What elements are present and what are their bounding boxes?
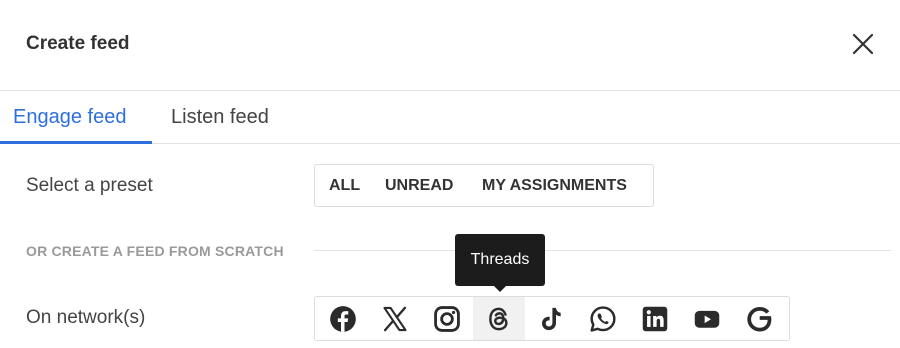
- networks-label: On network(s): [26, 307, 146, 328]
- network-youtube-button[interactable]: [681, 297, 733, 340]
- preset-all-button[interactable]: ALL: [329, 177, 360, 195]
- linkedin-icon: [642, 306, 668, 331]
- youtube-icon: [694, 310, 720, 328]
- tiktok-icon: [542, 307, 561, 330]
- active-tab-indicator: [0, 141, 152, 144]
- network-whatsapp-button[interactable]: [577, 297, 629, 340]
- preset-unread-button[interactable]: UNREAD: [385, 177, 453, 195]
- whatsapp-icon: [590, 305, 616, 332]
- tooltip-arrow: [493, 285, 507, 292]
- network-tiktok-button[interactable]: [525, 297, 577, 340]
- network-google-button[interactable]: [733, 297, 785, 340]
- tab-engage-feed[interactable]: Engage feed: [13, 91, 126, 144]
- feed-tabs: Engage feed Listen feed: [0, 91, 900, 144]
- section-divider: [314, 250, 891, 251]
- close-button[interactable]: [846, 27, 880, 61]
- dialog-header: Create feed: [0, 0, 900, 91]
- tab-listen-feed[interactable]: Listen feed: [171, 91, 269, 144]
- preset-selector: ALL UNREAD MY ASSIGNMENTS: [314, 164, 654, 207]
- google-icon: [747, 306, 772, 331]
- network-threads-button[interactable]: [473, 297, 525, 340]
- preset-my-assignments-button[interactable]: MY ASSIGNMENTS: [482, 177, 627, 195]
- network-x-button[interactable]: [369, 297, 421, 340]
- x-icon: [383, 306, 407, 331]
- network-linkedin-button[interactable]: [629, 297, 681, 340]
- instagram-icon: [434, 305, 460, 332]
- threads-icon: [489, 307, 508, 330]
- facebook-icon: [330, 305, 356, 332]
- scratch-section-label: OR CREATE A FEED FROM SCRATCH: [26, 243, 284, 259]
- network-tooltip: Threads: [455, 234, 545, 286]
- preset-label: Select a preset: [26, 175, 153, 196]
- network-selector: [314, 296, 790, 341]
- network-instagram-button[interactable]: [421, 297, 473, 340]
- close-icon: [852, 33, 874, 55]
- dialog-title: Create feed: [26, 33, 130, 54]
- network-facebook-button[interactable]: [317, 297, 369, 340]
